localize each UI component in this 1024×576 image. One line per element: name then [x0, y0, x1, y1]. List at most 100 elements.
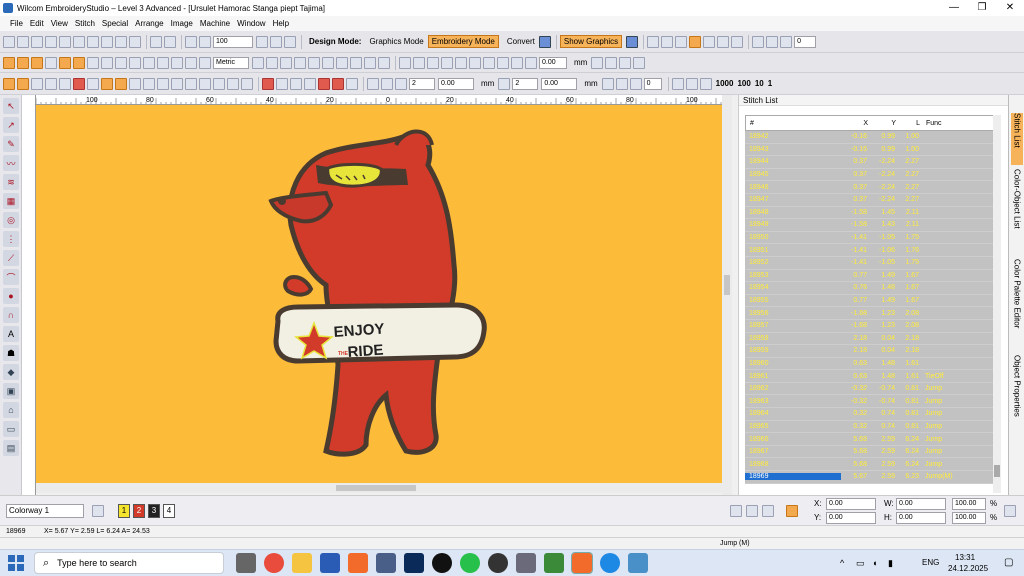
stitch-list-table[interactable]: # X Y L Func 18942 -0.16 0.99 1.00 18943 -0.1… [745, 115, 1001, 493]
remove-icon[interactable] [746, 505, 758, 517]
checkbox-icon[interactable] [675, 35, 688, 48]
run-icon[interactable] [17, 77, 29, 90]
tools-c-icon[interactable] [59, 77, 71, 90]
zoom-fit-icon[interactable] [256, 35, 268, 48]
pen-tool-icon[interactable]: ✎ [3, 136, 19, 152]
stitch-row[interactable]: 18953 0.77 1.49 1.67 [745, 269, 1001, 283]
tools-p-icon[interactable] [241, 77, 253, 90]
people-tool-icon[interactable]: ☗ [3, 345, 19, 361]
print-preview-icon[interactable] [73, 35, 85, 48]
colorway-select[interactable]: Colorway 1 [6, 504, 84, 518]
file-explorer-icon[interactable] [292, 553, 312, 573]
stitch-row[interactable]: 18955 0.77 1.49 1.67 [745, 294, 1001, 308]
graphics-mode-button[interactable]: Graphics Mode [369, 37, 423, 46]
redo-icon[interactable] [164, 35, 176, 48]
tools-o-icon[interactable] [227, 77, 239, 90]
break-icon[interactable] [455, 56, 467, 69]
select-icon[interactable] [399, 56, 411, 69]
word-icon[interactable] [320, 553, 340, 573]
branch-icon[interactable] [633, 56, 646, 69]
measure-tool-icon[interactable]: ▭ [3, 421, 19, 437]
clock-date[interactable]: 24.12.2025 [948, 564, 988, 573]
stitch-row[interactable]: 18962 -0.32 -0.74 0.81 Jump [745, 382, 1001, 396]
embroidery-mode-button[interactable]: Embroidery Mode [427, 35, 499, 48]
underlay-icon[interactable] [276, 77, 288, 90]
grid-icon[interactable] [661, 35, 674, 48]
align-icon[interactable] [266, 56, 278, 69]
stitch-row[interactable]: 18957 -1.68 1.23 2.08 [745, 319, 1001, 333]
swatch-3[interactable]: 3 [148, 504, 160, 518]
print-icon[interactable] [59, 35, 71, 48]
tray-arrow-icon[interactable]: ^ [840, 558, 844, 568]
export-icon[interactable] [45, 35, 57, 48]
cross-icon[interactable] [143, 56, 155, 69]
language-indicator[interactable]: ENG [922, 558, 939, 567]
lock-proportion-icon[interactable] [1004, 505, 1016, 517]
reshape-icon[interactable] [427, 56, 439, 69]
windows-start-icon[interactable] [8, 555, 24, 571]
run-tool-icon[interactable]: ⟋ [3, 250, 19, 266]
distribute-icon[interactable] [280, 56, 292, 69]
tiktok-icon[interactable] [432, 553, 452, 573]
zoom-out-icon[interactable] [199, 35, 211, 48]
w-percent-input[interactable]: 100.00 [952, 498, 986, 510]
motif-icon[interactable] [115, 56, 127, 69]
swatch-2[interactable]: 2 [133, 504, 145, 518]
stitch-list-scrollbar[interactable] [993, 115, 1001, 493]
whatsapp-icon[interactable] [460, 553, 480, 573]
tools-j-icon[interactable] [157, 77, 169, 90]
dropdown-icon[interactable] [626, 35, 639, 48]
app-notes-icon[interactable] [628, 553, 648, 573]
stitch-row[interactable]: 18969 5.67 2.59 6.23 Jump(M) [745, 471, 1001, 484]
trim-icon[interactable] [497, 56, 509, 69]
minimize-button[interactable]: — [940, 0, 968, 16]
cut-icon[interactable] [101, 35, 113, 48]
transform-icon[interactable] [413, 56, 425, 69]
canvas-vertical-scrollbar[interactable] [722, 95, 732, 495]
rotate-icon[interactable] [780, 35, 793, 48]
curve-tool-icon[interactable]: ⌒ [3, 269, 19, 285]
monogram-icon[interactable] [171, 56, 183, 69]
value-input-4[interactable]: 0.00 [541, 77, 578, 90]
hscroll-thumb[interactable] [336, 485, 416, 491]
offset-icon[interactable] [511, 56, 523, 69]
input-a-icon[interactable] [3, 56, 15, 69]
tools-l-icon[interactable] [185, 77, 197, 90]
measure-icon[interactable] [252, 56, 264, 69]
stitch-row[interactable]: 18956 -1.68 1.23 2.08 [745, 307, 1001, 320]
wave-tool-icon[interactable]: 〰 [3, 155, 19, 171]
stitch-row[interactable]: 18958 2.18 0.04 2.18 [745, 332, 1001, 346]
stitch-list-scroll-thumb[interactable] [994, 465, 1000, 477]
sort-icon[interactable] [591, 56, 604, 69]
add-icon[interactable] [730, 505, 742, 517]
value-input-1[interactable]: 2 [409, 77, 435, 90]
lettering-icon[interactable] [157, 56, 169, 69]
task-view-icon[interactable] [236, 553, 256, 573]
warning-icon[interactable] [336, 56, 348, 69]
media-player-icon[interactable] [488, 553, 508, 573]
zigzag-icon[interactable] [262, 77, 274, 90]
w-input[interactable]: 0.00 [896, 498, 946, 510]
volume-icon[interactable]: ◖ [872, 558, 877, 568]
open-icon[interactable] [17, 35, 29, 48]
clock-time[interactable]: 13:31 [955, 553, 975, 562]
units-select[interactable]: Metric [213, 56, 249, 69]
input-b-icon[interactable] [17, 56, 29, 69]
stitch-row[interactable]: 18944 0.37 -2.24 2.27 [745, 156, 1001, 169]
color-sort-icon[interactable] [605, 56, 618, 69]
spacing-icon[interactable] [346, 77, 358, 90]
notification-icon[interactable]: ▢ [1004, 557, 1013, 568]
arrows-v-icon[interactable] [290, 77, 302, 90]
wilcom-active-icon[interactable] [571, 552, 593, 574]
convert-button[interactable]: Convert [507, 37, 535, 46]
node-icon[interactable] [3, 77, 15, 90]
text-tool-icon[interactable]: A [3, 326, 19, 342]
tools-f-icon[interactable] [101, 77, 113, 90]
x-input[interactable]: 0.00 [826, 498, 876, 510]
stitch-row[interactable]: 18961 0.63 1.48 1.61 TieOff [745, 370, 1001, 383]
color-icon[interactable] [717, 35, 730, 48]
tab-object-properties[interactable]: Object Properties [1011, 355, 1023, 435]
menu-edit[interactable]: Edit [30, 19, 44, 28]
wilcom-app-icon[interactable] [348, 553, 368, 573]
frame-tool-icon[interactable]: ▣ [3, 383, 19, 399]
